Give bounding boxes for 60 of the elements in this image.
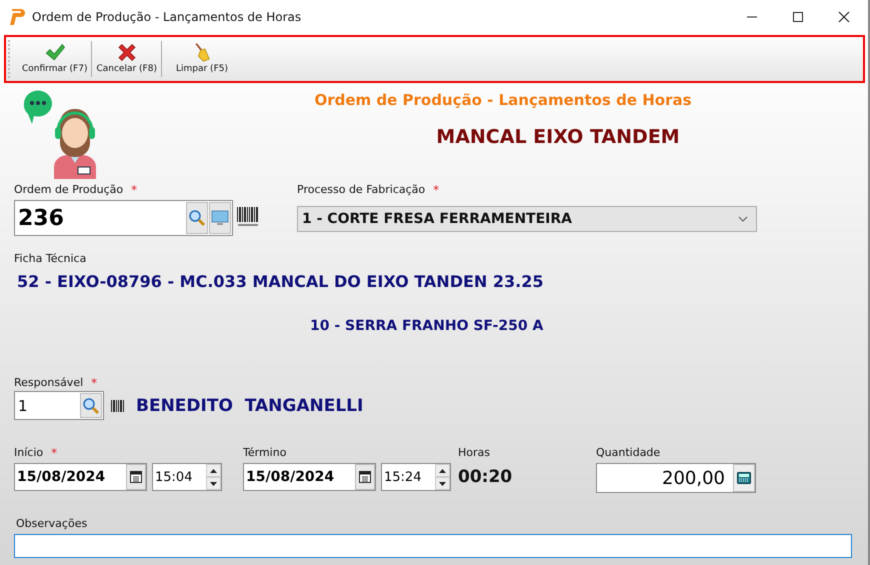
search-icon (82, 396, 100, 414)
date-field[interactable]: 15/08/2024 (243, 463, 376, 491)
calendar-button[interactable] (126, 464, 146, 490)
toolbar-button[interactable]: Confirmar (F7) (18, 41, 92, 77)
product-name: MANCAL EIXO TANDEM (436, 126, 680, 148)
field-label: Responsável (14, 376, 84, 389)
quantity-field[interactable]: 200,00 (596, 463, 756, 493)
search-button[interactable] (80, 393, 102, 418)
required-mark: * (433, 183, 440, 197)
barcode-icon (110, 398, 126, 412)
maximize-icon[interactable] (792, 11, 804, 23)
monitor-button[interactable] (209, 202, 231, 234)
toolbar-button[interactable]: Limpar (F5) (162, 41, 242, 77)
caret-down-icon (210, 482, 217, 486)
field-label: Ordem de Produção (14, 183, 124, 196)
toolbar-button[interactable]: Cancelar (F8) (92, 41, 162, 77)
calculator-icon (737, 472, 751, 484)
input-field[interactable]: 1 (14, 391, 104, 420)
form-title: Ordem de Produção - Lançamentos de Horas (314, 91, 692, 109)
field-value: 1 (17, 396, 29, 414)
time-field[interactable]: 15:24 (381, 463, 451, 491)
responsible-name: BENEDITO TANGANELLI (136, 396, 364, 416)
input-field[interactable]: 236 (14, 200, 233, 236)
required-mark: * (131, 183, 138, 197)
field-label: Processo de Fabricação (297, 183, 426, 196)
caret-up-icon (210, 468, 217, 472)
field-label: Ficha Técnica (14, 252, 86, 265)
caret-down-icon (439, 482, 446, 486)
barcode-icon (236, 206, 260, 228)
required-mark: * (91, 376, 98, 390)
search-icon (188, 209, 206, 227)
notes-field[interactable] (14, 534, 852, 558)
calendar-icon (359, 471, 371, 483)
technical-sheet-value: 52 - EIXO-08796 - MC.033 MANCAL DO EIXO TANDEN 23.25 (17, 272, 544, 291)
chevron-down-icon (738, 216, 748, 222)
hours-value: 00:20 (458, 467, 514, 487)
spin-down-button[interactable] (206, 477, 221, 490)
field-label: Quantidade (596, 446, 660, 459)
field-label: Horas (458, 446, 490, 459)
machine-name: 10 - SERRA FRANHO SF-250 A (310, 318, 544, 334)
calendar-icon (130, 471, 142, 483)
time-field[interactable]: 15:04 (152, 463, 222, 491)
field-label: Início (14, 446, 44, 459)
field-value: 236 (17, 206, 65, 230)
process-dropdown[interactable]: 1 - CORTE FRESA FERRAMENTEIRA (297, 206, 757, 232)
spin-up-button[interactable] (435, 464, 450, 477)
search-button[interactable] (186, 202, 208, 234)
calculator-button[interactable] (733, 464, 755, 492)
spin-up-button[interactable] (206, 464, 221, 477)
field-label: Observações (16, 517, 88, 530)
monitor-icon (211, 210, 229, 226)
date-field[interactable]: 15/08/2024 (14, 463, 147, 491)
close-icon[interactable] (838, 11, 850, 23)
spin-down-button[interactable] (435, 477, 450, 490)
field-label: Término (243, 446, 286, 459)
app-logo-icon (9, 8, 25, 26)
required-mark: * (51, 446, 58, 460)
caret-up-icon (439, 468, 446, 472)
calendar-button[interactable] (355, 464, 375, 490)
window-title: Ordem de Produção - Lançamentos de Horas (32, 10, 302, 24)
